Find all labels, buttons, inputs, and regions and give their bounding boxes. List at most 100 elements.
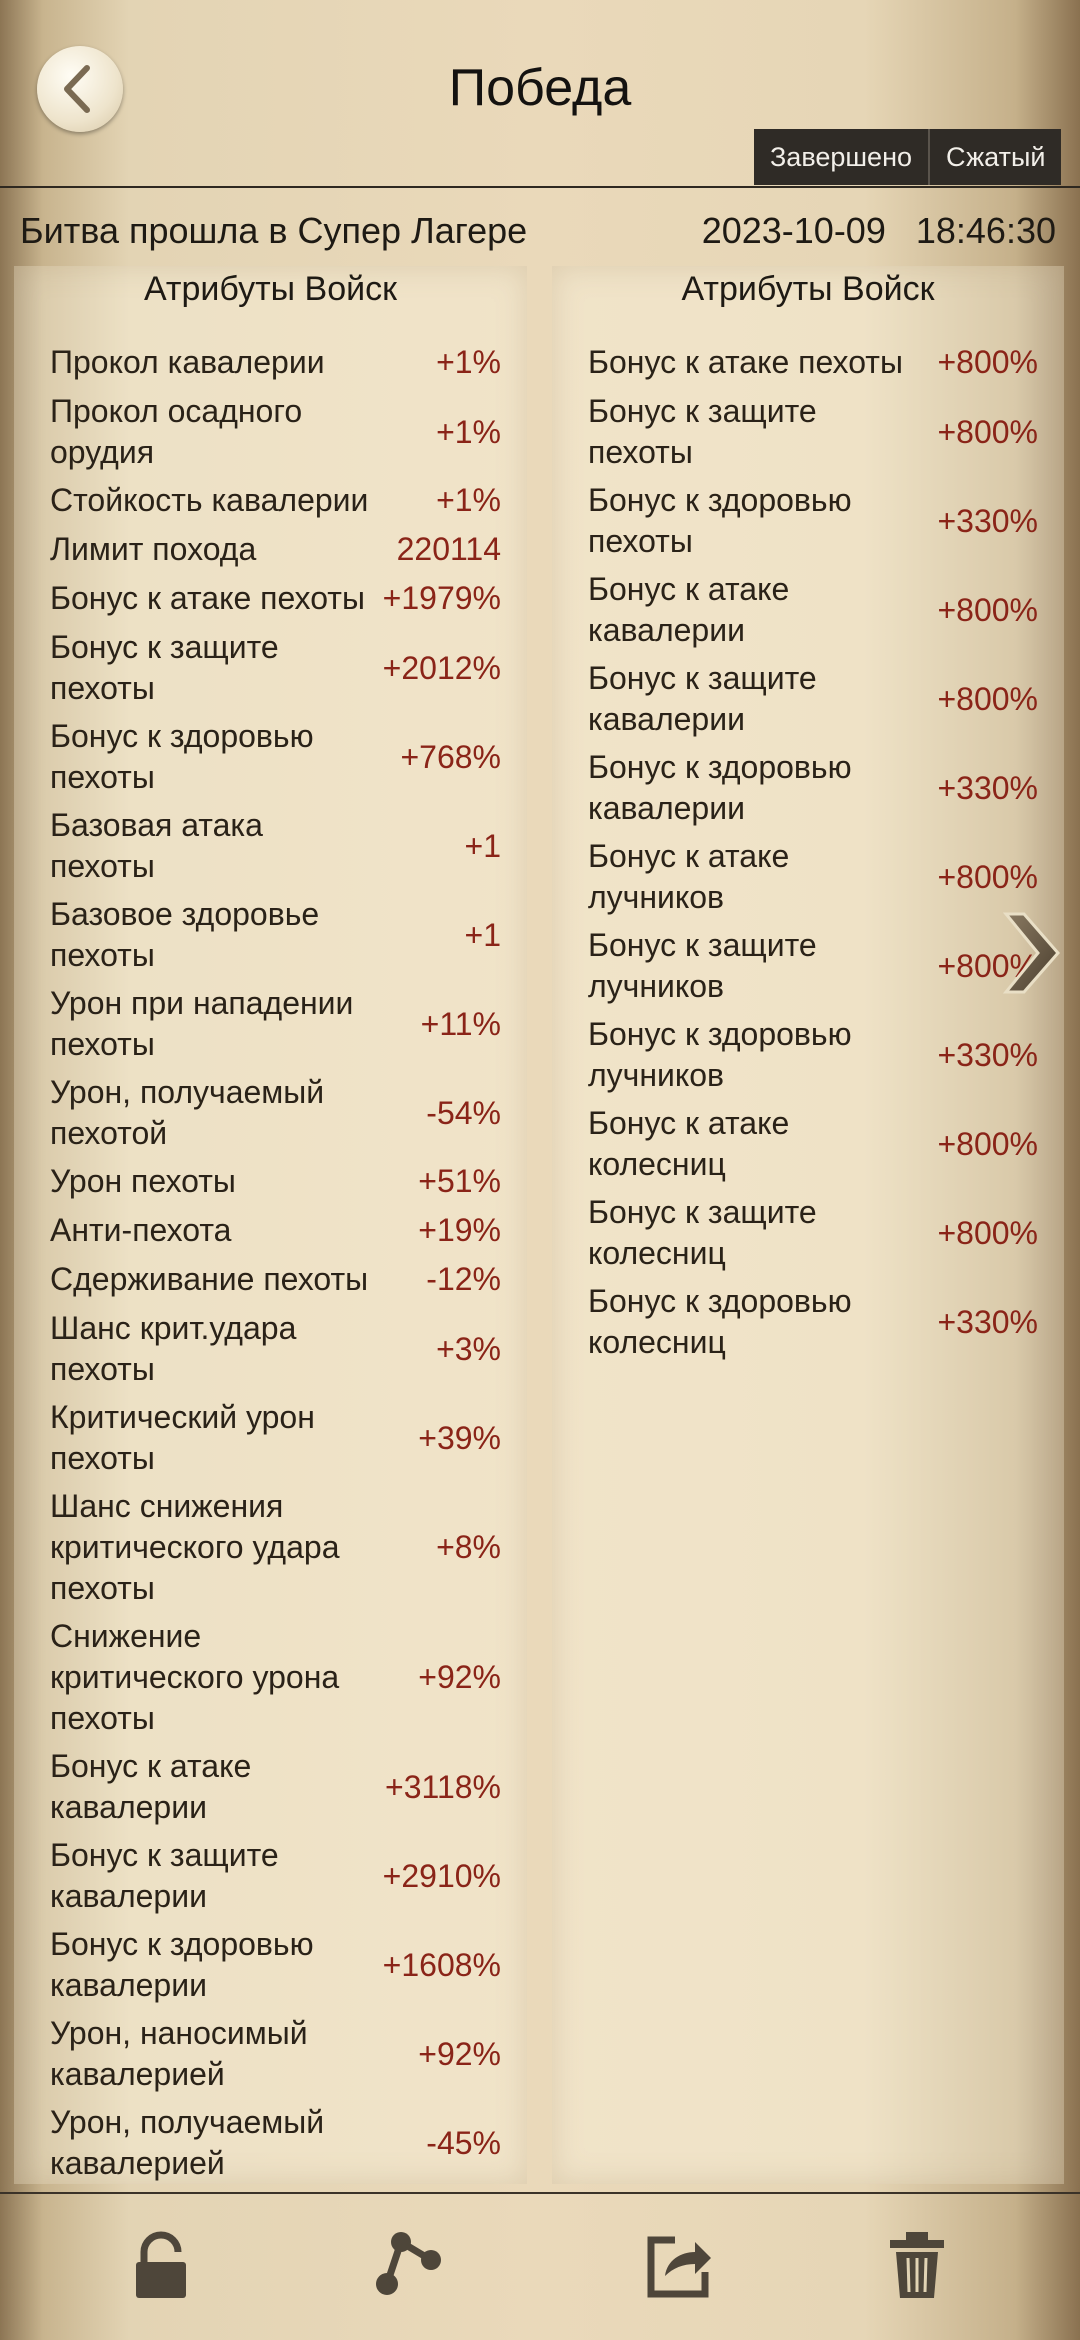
panel-heading: Атрибуты Войск — [143, 270, 398, 308]
attribute-value: -12% — [426, 1261, 501, 1297]
attribute-label: Снижение критического урона пехоты — [50, 1618, 340, 1736]
attribute-value: +1 — [464, 916, 501, 953]
attribute-row: Бонус к атаке кавалерии +800% — [552, 569, 1064, 651]
attribute-row: Бонус к атаке лучников +800% — [552, 836, 1064, 918]
attribute-value: 220114 — [396, 531, 501, 567]
attribute-value: +8% — [436, 1529, 501, 1565]
attribute-row: Урон пехоты +51% — [14, 1161, 527, 1202]
attribute-label: Бонус к защите кавалерии — [50, 1837, 279, 1914]
attribute-value: +800% — [937, 413, 1038, 450]
attribute-label: Бонус к атаке колесниц — [588, 1105, 790, 1182]
attribute-label: Критический урон пехоты — [50, 1399, 315, 1476]
export-icon[interactable] — [645, 2230, 715, 2300]
attribute-value: +330% — [937, 769, 1038, 806]
attribute-label: Урон пехоты — [50, 1163, 236, 1199]
attribute-label: Анти-пехота — [50, 1212, 232, 1248]
attribute-label: Бонус к атаке пехоты — [588, 344, 903, 380]
attribute-row: Бонус к защите пехоты +2012% — [14, 627, 527, 709]
attribute-row: Бонус к атаке пехоты +1979% — [14, 578, 527, 619]
attribute-value: +1% — [436, 344, 501, 380]
attribute-value: +11% — [420, 1005, 501, 1042]
attribute-label: Прокол осадного орудия — [50, 393, 303, 470]
attribute-label: Бонус к атаке кавалерии — [588, 571, 790, 648]
attribute-value: +51% — [418, 1163, 501, 1199]
attribute-row: Снижение критического урона пехоты +92% — [14, 1616, 527, 1739]
attribute-row: Бонус к защите лучников +800% — [552, 925, 1064, 1007]
attribute-label: Бонус к атаке пехоты — [50, 580, 365, 616]
attribute-value: +800% — [937, 680, 1038, 717]
attribute-label: Стойкость кавалерии — [50, 482, 369, 518]
battle-datetime: 2023-10-09 18:46:30 — [701, 210, 1056, 251]
attribute-value: +3118% — [385, 1768, 501, 1805]
attribute-label: Прокол кавалерии — [50, 344, 325, 380]
attribute-label: Базовое здоровье пехоты — [50, 896, 320, 973]
attribute-row: Базовая атака пехоты +1 — [14, 805, 527, 887]
header-divider — [0, 186, 1080, 188]
attribute-row: Бонус к здоровью пехоты +330% — [552, 480, 1064, 562]
attribute-value: +2012% — [382, 649, 501, 686]
attribute-label: Бонус к защите лучников — [588, 927, 817, 1004]
attribute-label: Бонус к здоровью пехоты — [588, 482, 852, 559]
attribute-label: Урон, получаемый кавалерией — [50, 2104, 325, 2181]
attribute-row: Стойкость кавалерии +1% — [14, 480, 527, 521]
attribute-value: +1 — [464, 827, 501, 864]
attribute-label: Шанс крит.удара пехоты — [50, 1310, 297, 1387]
chevron-right-icon[interactable] — [1000, 906, 1062, 1000]
attribute-value: +1979% — [382, 580, 501, 616]
left-attributes-panel[interactable]: Атрибуты Войск Прокол кавалерии +1% Прокол… — [14, 266, 527, 2184]
attribute-row: Урон, получаемый пехотой -54% — [14, 1072, 527, 1154]
attribute-value: +1608% — [382, 1946, 501, 1983]
attribute-label: Бонус к атаке кавалерии — [50, 1748, 252, 1825]
attribute-row: Бонус к атаке кавалерии +3118% — [14, 1746, 527, 1828]
attribute-row: Урон, получаемый кавалерией -45% — [14, 2102, 527, 2184]
attribute-row: Бонус к здоровью пехоты +768% — [14, 716, 527, 798]
attribute-label: Бонус к защите кавалерии — [588, 660, 817, 737]
battle-location: Битва прошла в Супер Лагере — [20, 210, 528, 251]
attribute-row: Бонус к защите колесниц +800% — [552, 1192, 1064, 1274]
attribute-row: Урон, наносимый кавалерией +92% — [14, 2013, 527, 2095]
attribute-value: -45% — [426, 2124, 501, 2161]
attribute-row: Бонус к здоровью колесниц +330% — [552, 1281, 1064, 1363]
attribute-value: +39% — [418, 1419, 501, 1456]
attribute-value: +330% — [937, 1303, 1038, 1340]
attribute-row: Бонус к атаке колесниц +800% — [552, 1103, 1064, 1185]
attribute-row: Урон при нападении пехоты +11% — [14, 983, 527, 1065]
attribute-value: +800% — [937, 591, 1038, 628]
attribute-label: Бонус к здоровью кавалерии — [50, 1926, 314, 2003]
attribute-value: +330% — [937, 1036, 1038, 1073]
tab-compact[interactable]: Сжатый — [930, 129, 1062, 185]
attribute-value: +768% — [400, 738, 501, 775]
trash-icon[interactable] — [882, 2230, 952, 2300]
attribute-row: Критический урон пехоты +39% — [14, 1397, 527, 1479]
attribute-label: Лимит похода — [50, 531, 257, 567]
attribute-row: Бонус к здоровью кавалерии +1608% — [14, 1924, 527, 2006]
attribute-label: Бонус к защите пехоты — [50, 629, 279, 706]
attribute-row: Шанс снижения критического удара пехоты +… — [14, 1486, 527, 1609]
attribute-value: +800% — [937, 1125, 1038, 1162]
attribute-row: Лимит похода 220114 — [14, 529, 527, 570]
panel-heading: Атрибуты Войск — [681, 270, 935, 308]
attribute-row: Бонус к здоровью лучников +330% — [552, 1014, 1064, 1096]
attribute-label: Шанс снижения критического удара пехоты — [50, 1488, 340, 1606]
attribute-label: Бонус к здоровью лучников — [588, 1016, 852, 1093]
attribute-value: +19% — [418, 1212, 501, 1248]
attribute-value: +800% — [937, 858, 1038, 895]
attribute-row: Бонус к защите кавалерии +2910% — [14, 1835, 527, 1917]
attribute-row: Бонус к атаке пехоты +800% — [552, 342, 1064, 383]
attribute-value: +92% — [418, 2035, 501, 2072]
attribute-label: Бонус к защите колесниц — [588, 1194, 817, 1271]
view-mode-toggle: Завершено Сжатый — [754, 129, 1062, 185]
toolbar-divider — [0, 2192, 1080, 2194]
right-attributes-panel[interactable]: Атрибуты Войск Бонус к атаке пехоты +800%… — [552, 266, 1064, 2184]
attribute-row: Анти-пехота +19% — [14, 1210, 527, 1251]
attribute-value: +330% — [937, 502, 1038, 539]
attribute-row: Сдерживание пехоты -12% — [14, 1259, 527, 1300]
tab-completed[interactable]: Завершено — [754, 129, 929, 185]
attribute-value: +2910% — [382, 1857, 501, 1894]
attribute-label: Сдерживание пехоты — [50, 1261, 369, 1297]
attribute-label: Базовая атака пехоты — [50, 807, 263, 884]
lock-icon[interactable] — [126, 2230, 196, 2300]
share-icon[interactable] — [373, 2230, 443, 2300]
attribute-value: +1% — [436, 413, 501, 450]
attribute-label: Бонус к защите пехоты — [588, 393, 817, 470]
